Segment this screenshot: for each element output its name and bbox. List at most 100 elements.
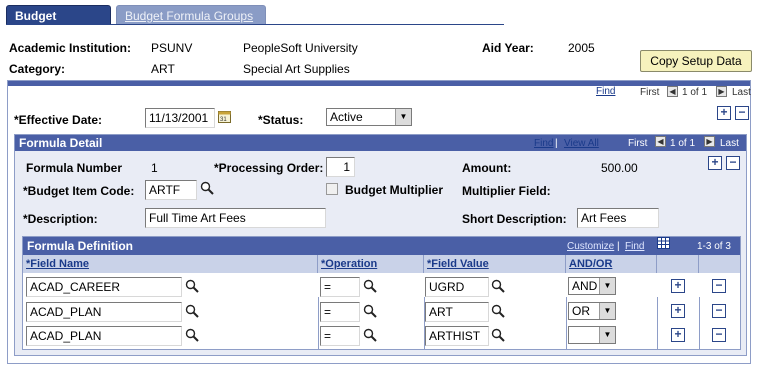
field-name-input[interactable]: ACAD_PLAN: [26, 326, 182, 346]
detail-count: 1 of 1: [670, 138, 696, 149]
chevron-down-icon: ▼: [599, 278, 615, 294]
col-and-or-label: AND/OR: [569, 258, 613, 270]
minus-icon: −: [738, 105, 746, 119]
customize-link[interactable]: Customize: [567, 241, 614, 252]
amount-label: Amount:: [462, 161, 512, 175]
operation-input[interactable]: =: [320, 326, 360, 346]
magnifier-icon[interactable]: [363, 304, 377, 318]
budget-multiplier-checkbox[interactable]: [326, 183, 338, 195]
aid-year-label: Aid Year:: [482, 41, 534, 55]
right-arrow-icon[interactable]: ▶: [704, 136, 715, 147]
magnifier-icon[interactable]: [200, 181, 214, 195]
chevron-down-icon: ▼: [599, 327, 615, 343]
amount-value: 500.00: [601, 161, 638, 175]
right-arrow-icon[interactable]: ▶: [716, 86, 727, 97]
add-row-button[interactable]: +: [671, 328, 685, 342]
and-or-select[interactable]: OR ▼: [568, 302, 616, 320]
field-value-input[interactable]: UGRD: [425, 277, 489, 297]
outer-last-label: Last: [732, 87, 751, 98]
col-header-delete: [699, 255, 740, 273]
operation-input[interactable]: =: [320, 302, 360, 322]
delete-effective-row-button[interactable]: −: [735, 106, 749, 120]
tab-budget-formula-groups[interactable]: Budget Formula Groups: [116, 5, 266, 25]
col-header-field-value[interactable]: *Field Value: [424, 255, 566, 273]
status-label: *Status:: [258, 113, 304, 127]
operation-input[interactable]: =: [320, 277, 360, 297]
detail-first-label: First: [628, 138, 648, 149]
add-row-button[interactable]: +: [671, 279, 685, 293]
magnifier-icon[interactable]: [185, 279, 199, 293]
outer-count: 1 of 1: [682, 87, 708, 98]
tab-budget-formula[interactable]: Budget Formula: [6, 5, 111, 37]
add-effective-row-button[interactable]: +: [717, 106, 731, 120]
col-header-add: [657, 255, 699, 273]
delete-row-button[interactable]: −: [712, 279, 726, 293]
and-or-select[interactable]: ▼: [568, 326, 616, 344]
status-select[interactable]: Active ▼: [326, 108, 412, 126]
and-or-select[interactable]: AND ▼: [568, 277, 616, 295]
budget-item-code-input[interactable]: ARTF: [145, 180, 197, 200]
institution-name: PeopleSoft University: [243, 41, 358, 55]
status-value: Active: [330, 110, 363, 124]
plus-icon: +: [674, 278, 682, 292]
processing-order-input[interactable]: 1: [326, 157, 355, 177]
grid-download-icon[interactable]: [657, 237, 670, 249]
detail-last-label: Last: [720, 138, 739, 149]
field-name-input[interactable]: ACAD_CAREER: [26, 277, 182, 297]
left-arrow-icon[interactable]: ◀: [667, 86, 678, 97]
detail-find-link[interactable]: Find: [534, 138, 553, 149]
delete-row-button[interactable]: −: [712, 304, 726, 318]
grid-find-link[interactable]: Find: [625, 241, 644, 252]
short-description-label: Short Description:: [462, 212, 567, 226]
outer-find-link[interactable]: Find: [596, 86, 615, 97]
left-arrow-icon[interactable]: ◀: [655, 136, 666, 147]
formula-number-label: Formula Number: [26, 161, 123, 175]
grid-count: 1-3 of 3: [697, 241, 731, 252]
plus-icon: +: [720, 105, 728, 119]
effective-date-label: *Effective Date:: [14, 113, 103, 127]
magnifier-icon[interactable]: [185, 304, 199, 318]
col-header-field-name[interactable]: *Field Name: [23, 255, 318, 273]
detail-view-all-link[interactable]: View All: [564, 138, 599, 149]
magnifier-icon[interactable]: [491, 328, 505, 342]
description-input[interactable]: Full Time Art Fees: [145, 208, 326, 228]
magnifier-icon[interactable]: [363, 328, 377, 342]
budget-multiplier-label: Budget Multiplier: [345, 183, 443, 197]
field-name-input[interactable]: ACAD_PLAN: [26, 302, 182, 322]
col-operation-label: *Operation: [321, 258, 378, 270]
col-header-operation[interactable]: *Operation: [318, 255, 424, 273]
effective-date-input[interactable]: 11/13/2001: [145, 108, 215, 128]
outer-first-label: First: [640, 87, 660, 98]
magnifier-icon[interactable]: [185, 328, 199, 342]
copy-setup-data-button[interactable]: Copy Setup Data: [640, 50, 752, 72]
magnifier-icon[interactable]: [491, 304, 505, 318]
plus-icon: +: [711, 155, 719, 169]
delete-row-button[interactable]: −: [712, 328, 726, 342]
field-value-input[interactable]: ARTHIST: [425, 326, 489, 346]
col-header-and-or[interactable]: AND/OR: [566, 255, 657, 273]
svg-text:31: 31: [220, 117, 227, 123]
add-row-button[interactable]: +: [671, 304, 685, 318]
category-label: Category:: [9, 62, 66, 76]
multiplier-field-label: Multiplier Field:: [462, 184, 551, 198]
institution-code: PSUNV: [151, 41, 193, 55]
add-formula-detail-button[interactable]: +: [708, 156, 722, 170]
magnifier-icon[interactable]: [491, 279, 505, 293]
tab-underline: [6, 24, 504, 25]
processing-order-label: *Processing Order:: [214, 161, 324, 175]
institution-label: Academic Institution:: [9, 41, 132, 55]
outer-panel-bar: [8, 81, 750, 86]
col-field-name-label: *Field Name: [26, 258, 89, 270]
plus-icon: +: [674, 327, 682, 341]
and-or-value: OR: [572, 304, 590, 318]
description-label: *Description:: [23, 212, 98, 226]
field-value-input[interactable]: ART: [425, 302, 489, 322]
delete-formula-detail-button[interactable]: −: [726, 156, 740, 170]
magnifier-icon[interactable]: [363, 279, 377, 293]
plus-icon: +: [674, 303, 682, 317]
category-code: ART: [151, 62, 175, 76]
formula-number-value: 1: [151, 161, 158, 175]
short-description-input[interactable]: Art Fees: [577, 208, 659, 228]
calendar-icon[interactable]: 31: [218, 110, 231, 123]
minus-icon: −: [715, 278, 723, 292]
